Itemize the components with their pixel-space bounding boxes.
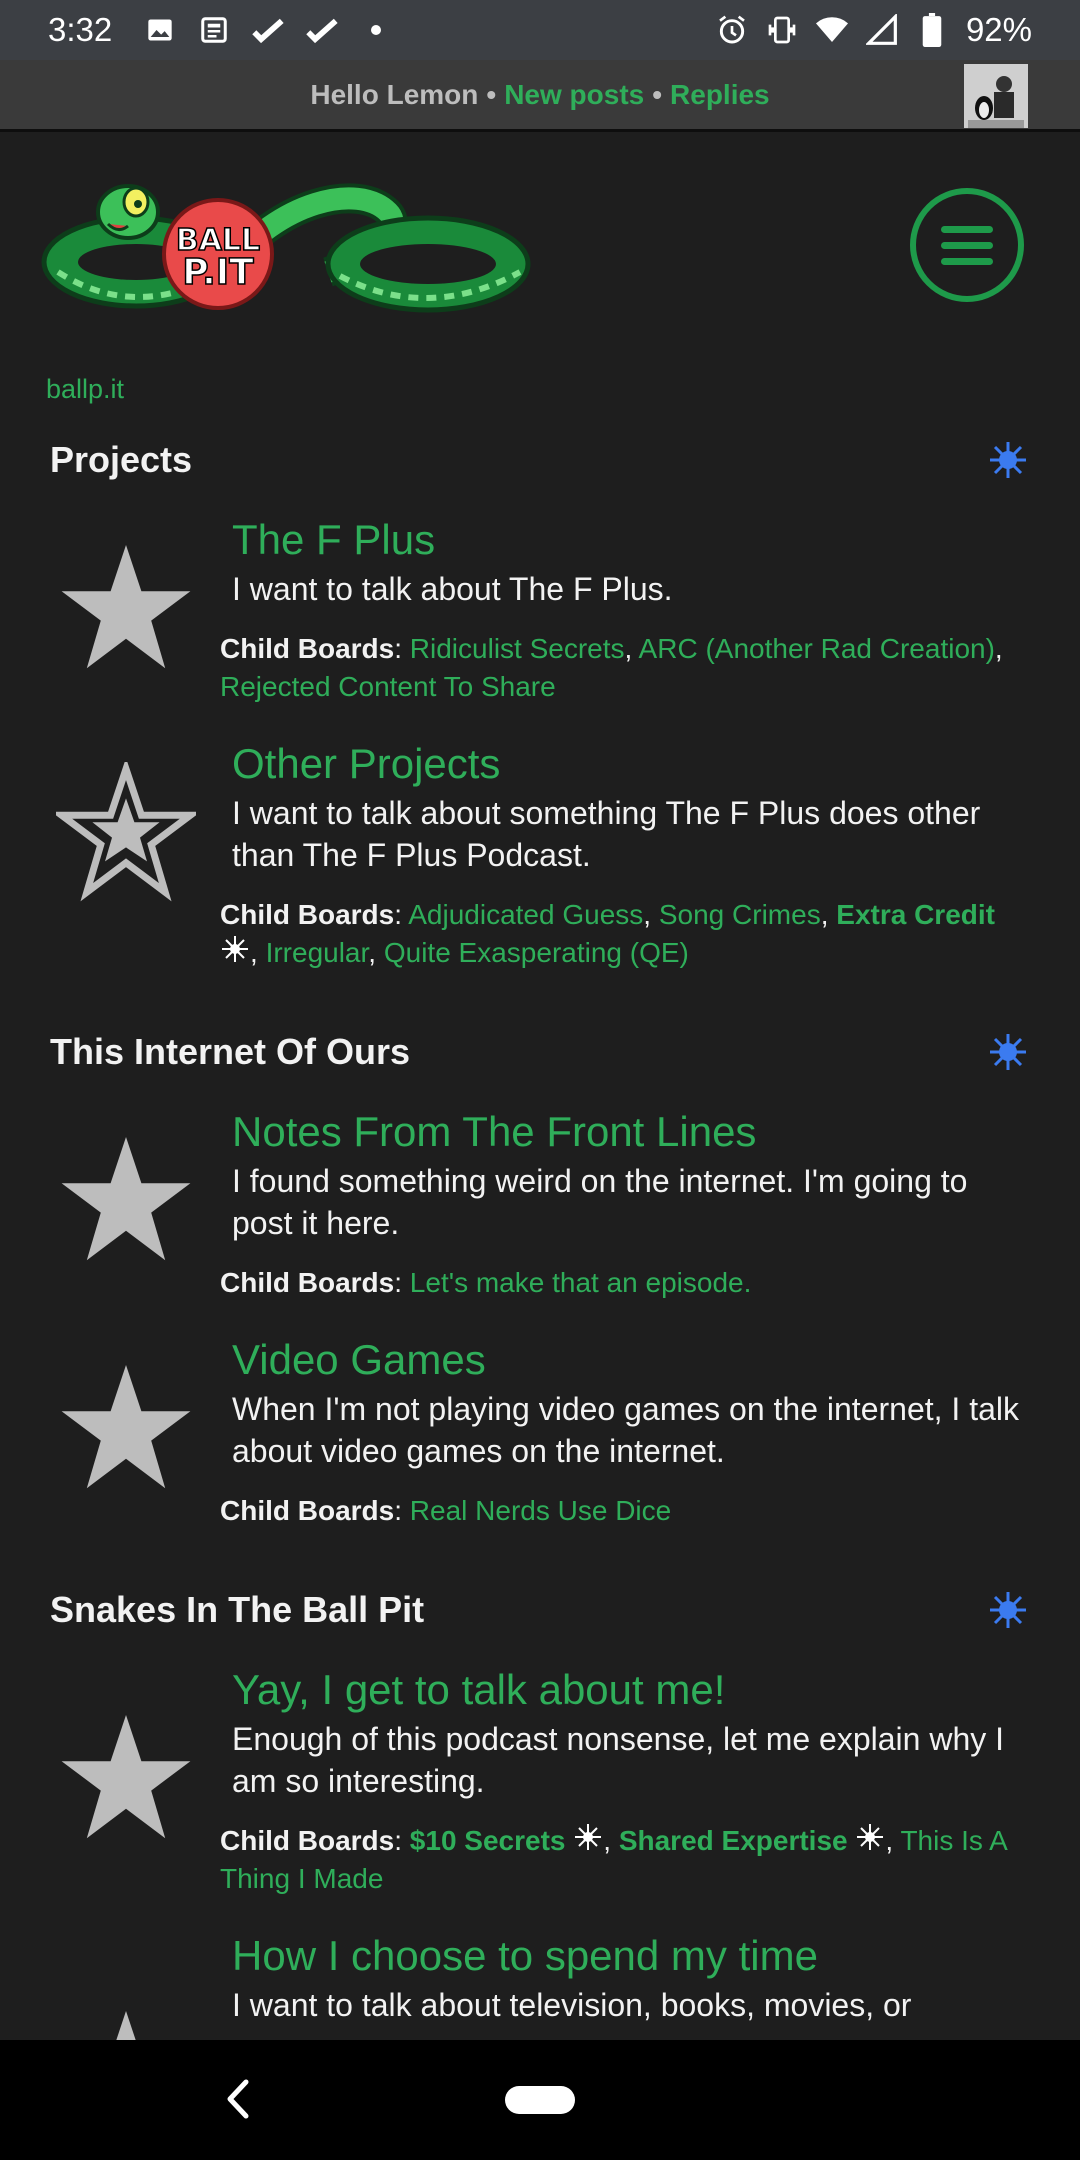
board-index: Projects The F Plus I want to talk about… xyxy=(0,420,1080,2144)
board-title[interactable]: Notes From The Front Lines xyxy=(232,1104,1030,1160)
collapse-icon[interactable] xyxy=(986,1030,1030,1074)
status-bar: 3:32 92% xyxy=(0,0,1080,60)
child-board-link[interactable]: Song Crimes xyxy=(659,899,821,930)
dot-icon xyxy=(360,14,392,46)
child-boards-label: Child Boards xyxy=(220,899,395,930)
board-row: Other Projects I want to talk about some… xyxy=(0,736,1080,972)
board-description: I found something weird on the internet.… xyxy=(232,1163,968,1241)
board-description: I want to talk about The F Plus. xyxy=(232,571,673,607)
child-boards: Child Boards: Adjudicated Guess, Song Cr… xyxy=(220,899,995,968)
user-bar: Hello Lemon • New posts • Replies xyxy=(0,60,1080,132)
new-posts-link[interactable]: New posts xyxy=(504,79,644,111)
category-projects: Projects The F Plus I want to talk about… xyxy=(0,420,1080,972)
board-title[interactable]: How I choose to spend my time xyxy=(232,1928,1030,1984)
child-board-link[interactable]: Shared Expertise xyxy=(619,1825,848,1856)
collapse-icon[interactable] xyxy=(986,438,1030,482)
board-description: Enough of this podcast nonsense, let me … xyxy=(232,1721,1005,1799)
star-filled-icon xyxy=(61,1137,191,1261)
child-boards: Child Boards: $10 Secrets , Shared Exper… xyxy=(220,1822,1030,1898)
collapse-icon[interactable] xyxy=(986,1588,1030,1632)
status-time: 3:32 xyxy=(48,11,113,48)
star-filled-icon xyxy=(61,1715,191,1839)
child-boards-label: Child Boards xyxy=(220,1825,395,1856)
new-posts-icon xyxy=(857,1824,884,1850)
child-boards: Child Boards: Ridiculist Secrets, ARC (A… xyxy=(220,633,1003,702)
new-posts-icon xyxy=(575,1824,602,1850)
child-board-link[interactable]: Ridiculist Secrets xyxy=(410,633,625,664)
home-pill-button[interactable] xyxy=(505,2086,575,2114)
back-icon[interactable] xyxy=(218,2076,258,2122)
child-board-link[interactable]: ARC (Another Rad Creation) xyxy=(639,633,995,664)
child-board-link[interactable]: Rejected Content To Share xyxy=(220,671,556,702)
navigation-bar xyxy=(0,2040,1080,2160)
child-board-link[interactable]: Adjudicated Guess xyxy=(408,899,643,930)
battery-icon xyxy=(916,13,948,47)
vibrate-icon xyxy=(766,14,798,46)
board-description: I want to talk about something The F Plu… xyxy=(232,795,981,873)
category-this-internet-of-ours: This Internet Of Ours Notes From The Fro… xyxy=(0,1012,1080,1530)
check-icon xyxy=(306,14,338,46)
category-title[interactable]: Projects xyxy=(50,439,192,481)
child-board-link[interactable]: Quite Exasperating (QE) xyxy=(384,937,689,968)
battery-percent: 92% xyxy=(965,11,1032,48)
child-boards-label: Child Boards xyxy=(220,1495,395,1526)
board-title[interactable]: Yay, I get to talk about me! xyxy=(232,1662,1030,1718)
replies-link[interactable]: Replies xyxy=(670,79,770,111)
child-board-link[interactable]: $10 Secrets xyxy=(410,1825,566,1856)
hamburger-icon-line xyxy=(941,225,993,233)
board-row: Video Games When I'm not playing video g… xyxy=(0,1332,1080,1530)
board-row: Yay, I get to talk about me! Enough of t… xyxy=(0,1662,1080,1898)
star-filled-icon xyxy=(61,545,191,669)
greeting-text: Hello Lemon xyxy=(310,78,479,110)
child-board-link[interactable]: Real Nerds Use Dice xyxy=(410,1495,671,1526)
category-title[interactable]: Snakes In The Ball Pit xyxy=(50,1589,424,1631)
avatar[interactable] xyxy=(964,64,1028,128)
breadcrumb[interactable]: ballp.it xyxy=(46,374,124,405)
site-logo[interactable]: BALL P.IT xyxy=(28,172,538,322)
child-boards-label: Child Boards xyxy=(220,633,395,664)
star-filled-icon xyxy=(61,1365,191,1489)
child-boards: Child Boards: Real Nerds Use Dice xyxy=(220,1495,672,1526)
board-description: When I'm not playing video games on the … xyxy=(232,1391,1019,1469)
new-posts-icon xyxy=(222,936,248,962)
child-board-link[interactable]: Irregular xyxy=(266,937,369,968)
board-title[interactable]: Other Projects xyxy=(232,736,1030,792)
board-title[interactable]: Video Games xyxy=(232,1332,1030,1388)
separator: • xyxy=(652,78,663,110)
child-boards-label: Child Boards xyxy=(220,1267,395,1298)
child-board-link[interactable]: Let's make that an episode. xyxy=(410,1267,752,1298)
board-description: I want to talk about television, books, … xyxy=(232,1987,912,2023)
image-icon xyxy=(144,14,176,46)
child-boards: Child Boards: Let's make that an episode… xyxy=(220,1267,752,1298)
separator: • xyxy=(486,78,497,110)
star-outline-icon xyxy=(56,762,196,902)
hamburger-icon-line xyxy=(941,241,993,249)
hamburger-icon-line xyxy=(941,257,993,265)
alarm-icon xyxy=(716,14,748,46)
svg-text:P.IT: P.IT xyxy=(182,252,254,293)
child-board-link[interactable]: Extra Credit xyxy=(836,899,995,930)
signal-icon xyxy=(865,14,898,46)
menu-button[interactable] xyxy=(910,188,1024,302)
board-row: Notes From The Front Lines I found somet… xyxy=(0,1104,1080,1302)
category-title[interactable]: This Internet Of Ours xyxy=(50,1031,410,1073)
board-title[interactable]: The F Plus xyxy=(232,512,1030,568)
check-icon xyxy=(252,14,284,46)
wifi-icon xyxy=(815,14,848,46)
news-icon xyxy=(198,14,230,46)
board-row: The F Plus I want to talk about The F Pl… xyxy=(0,512,1080,706)
